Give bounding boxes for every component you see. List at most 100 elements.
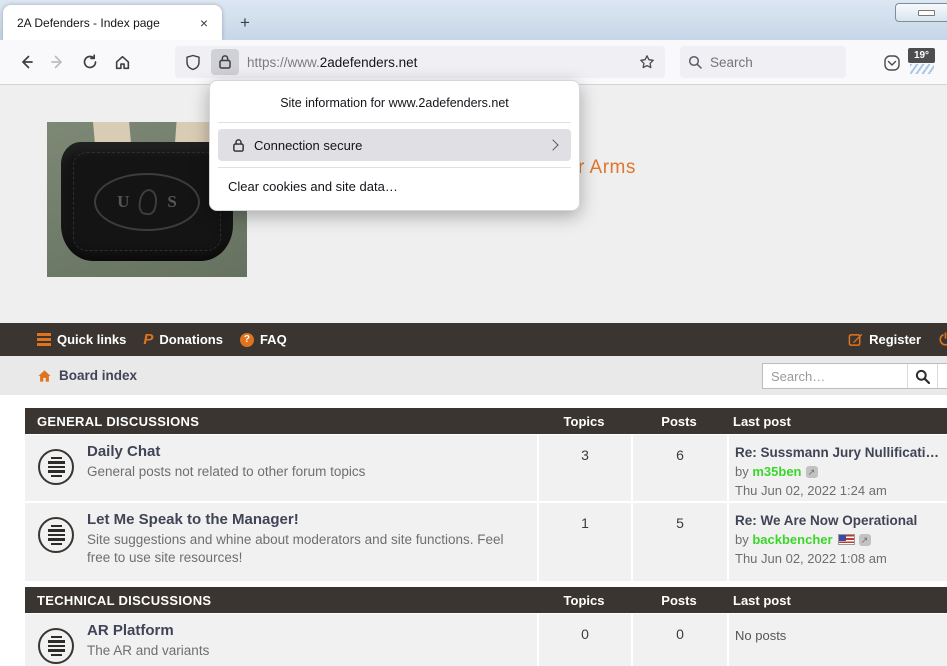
faq-label: FAQ — [260, 332, 287, 347]
board-search-advanced[interactable] — [937, 364, 947, 388]
forward-button[interactable] — [42, 46, 74, 78]
hamburger-icon — [37, 333, 51, 346]
register-label: Register — [869, 332, 921, 347]
paypal-icon: P — [143, 331, 153, 348]
shield-icon — [185, 54, 201, 71]
search-bar[interactable] — [680, 46, 846, 78]
forum-row: Daily Chat General posts not related to … — [25, 435, 947, 501]
tracking-protection-button[interactable] — [179, 49, 207, 75]
column-header-last-post: Last post — [727, 593, 947, 608]
goto-last-post-icon[interactable]: ↗ — [859, 534, 871, 546]
forum-row: AR Platform The AR and variants 0 0 No p… — [25, 614, 947, 666]
home-button[interactable] — [106, 46, 138, 78]
last-post-cell: Re: We Are Now Operational by backbenche… — [727, 503, 947, 581]
site-slogan-partial: r Arms — [578, 157, 636, 179]
power-icon — [938, 332, 947, 347]
last-post-byline: by backbencher↗ — [735, 530, 939, 549]
nav-quick-links[interactable]: Quick links — [37, 332, 126, 347]
forum-name-cell: Let Me Speak to the Manager! Site sugges… — [25, 503, 537, 581]
new-tab-button[interactable]: + — [232, 10, 258, 36]
url-domain: 2adefenders.net — [320, 55, 418, 70]
nav-login[interactable]: Lo — [938, 332, 947, 347]
star-icon — [639, 54, 655, 70]
weather-rain-icon — [910, 64, 934, 74]
forum-section-technical: TECHNICAL DISCUSSIONS Topics Posts Last … — [25, 587, 947, 666]
register-icon — [848, 332, 863, 347]
forum-icon — [38, 449, 74, 485]
goto-last-post-icon[interactable]: ↗ — [806, 466, 818, 478]
question-icon: ? — [240, 333, 254, 347]
browser-window: 2A Defenders - Index page × + — [0, 0, 947, 666]
logo-cartridge-box: U S — [61, 142, 233, 261]
nav-register[interactable]: Register — [848, 332, 921, 347]
browser-tab[interactable]: 2A Defenders - Index page × — [3, 5, 222, 40]
search-icon — [680, 55, 710, 69]
chevron-right-icon — [547, 139, 558, 150]
by-label: by — [735, 464, 749, 479]
no-posts-label: No posts — [735, 622, 939, 645]
home-icon — [37, 369, 52, 383]
url-text[interactable]: https://www.2adefenders.net — [247, 55, 633, 70]
forum-name-cell: AR Platform The AR and variants — [25, 614, 537, 666]
column-header-posts: Posts — [631, 414, 727, 429]
forum-name-cell: Daily Chat General posts not related to … — [25, 435, 537, 501]
back-button[interactable] — [10, 46, 42, 78]
last-post-link[interactable]: Re: Sussmann Jury Nullificati… — [735, 443, 939, 462]
topics-count: 3 — [537, 435, 631, 501]
board-search-input[interactable] — [763, 364, 907, 388]
navbar-right: Register Lo — [848, 323, 947, 356]
board-search-button[interactable] — [907, 364, 937, 388]
breadcrumb-board-index[interactable]: Board index — [37, 356, 137, 395]
window-minimize-button[interactable] — [895, 3, 947, 22]
forward-arrow-icon — [50, 54, 66, 70]
search-input[interactable] — [710, 55, 820, 70]
search-icon — [915, 369, 930, 384]
author-link[interactable]: m35ben — [752, 464, 801, 479]
forum-description: General posts not related to other forum… — [87, 463, 365, 481]
logo-eagle-emblem — [138, 187, 159, 215]
forum-link[interactable]: Let Me Speak to the Manager! — [87, 511, 507, 528]
author-link[interactable]: backbencher — [752, 532, 832, 547]
donations-label: Donations — [159, 332, 223, 347]
topics-count: 0 — [537, 614, 631, 666]
section-title: GENERAL DISCUSSIONS — [25, 414, 537, 429]
reload-button[interactable] — [74, 46, 106, 78]
site-identity-lock-button[interactable] — [211, 49, 239, 75]
weather-extension-button[interactable]: 19° — [908, 48, 936, 76]
forum-description: The AR and variants — [87, 642, 209, 660]
home-icon — [114, 54, 131, 71]
url-scheme: https://www. — [247, 55, 320, 70]
quick-links-label: Quick links — [57, 332, 126, 347]
forum-link[interactable]: Daily Chat — [87, 443, 365, 460]
nav-donations[interactable]: P Donations — [143, 331, 223, 348]
tab-close-icon[interactable]: × — [192, 11, 216, 35]
us-flag-icon — [838, 534, 855, 545]
column-header-topics: Topics — [537, 414, 631, 429]
last-post-date: Thu Jun 02, 2022 1:24 am — [735, 481, 939, 500]
column-header-last-post: Last post — [727, 414, 947, 429]
last-post-cell: Re: Sussmann Jury Nullificati… by m35ben… — [727, 435, 947, 501]
forum-list: GENERAL DISCUSSIONS Topics Posts Last po… — [25, 408, 947, 666]
bookmark-star-button[interactable] — [633, 49, 661, 75]
last-post-date: Thu Jun 02, 2022 1:08 am — [735, 549, 939, 568]
connection-secure-row[interactable]: Connection secure — [218, 129, 571, 161]
url-bar[interactable]: https://www.2adefenders.net — [175, 46, 665, 78]
pocket-extension-button[interactable] — [879, 50, 905, 76]
browser-toolbar: https://www.2adefenders.net 19° — [0, 40, 947, 85]
back-arrow-icon — [18, 54, 34, 70]
site-information-popup: Site information for www.2adefenders.net… — [209, 80, 580, 211]
last-post-link[interactable]: Re: We Are Now Operational — [735, 511, 939, 530]
clear-cookies-button[interactable]: Clear cookies and site data… — [210, 168, 579, 194]
topics-count: 1 — [537, 503, 631, 581]
board-search-widget — [762, 363, 947, 389]
section-header: TECHNICAL DISCUSSIONS Topics Posts Last … — [25, 587, 947, 613]
logo-us-oval: U S — [94, 173, 200, 231]
minimize-icon — [918, 10, 935, 16]
nav-faq[interactable]: ? FAQ — [240, 332, 287, 347]
reload-icon — [82, 54, 98, 70]
last-post-cell: No posts — [727, 614, 947, 666]
pocket-icon — [883, 54, 901, 72]
tab-title: 2A Defenders - Index page — [3, 16, 192, 30]
forum-icon — [38, 628, 74, 664]
forum-link[interactable]: AR Platform — [87, 622, 209, 639]
